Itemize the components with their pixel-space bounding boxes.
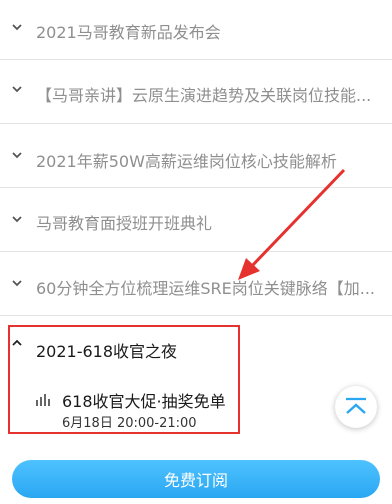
chevron-down-icon [12, 152, 22, 159]
chapter-row-2[interactable]: 【马哥亲讲】云原生演进趋势及关联岗位技能... [0, 60, 392, 124]
chevron-up-icon [12, 339, 22, 346]
chapter-title: 2021马哥教育新品发布会 [36, 23, 221, 42]
chapter-row-4[interactable]: 马哥教育面授班开班典礼 [0, 188, 392, 252]
chevron-down-icon [12, 86, 22, 93]
back-to-top-icon [346, 397, 366, 414]
chapter-title: 【马哥亲讲】云原生演进趋势及关联岗位技能... [36, 86, 372, 105]
audio-bars-icon [36, 394, 50, 406]
chevron-down-icon [12, 24, 22, 31]
chevron-down-icon [12, 280, 22, 287]
chapter-title: 2021-618收官之夜 [36, 342, 178, 361]
chapter-title: 60分钟全方位梳理运维SRE岗位关键脉络【加... [36, 279, 376, 298]
back-to-top-button[interactable] [335, 386, 377, 428]
lesson-title: 618收官大促·抽奖免单 [62, 392, 226, 411]
chapter-title: 马哥教育面授班开班典礼 [36, 214, 213, 233]
chapter-row-5[interactable]: 60分钟全方位梳理运维SRE岗位关键脉络【加... [0, 252, 392, 316]
chapter-row-3[interactable]: 2021年薪50W高薪运维岗位核心技能解析 [0, 124, 392, 188]
subscribe-button[interactable]: 免费订阅 [12, 460, 380, 498]
chapter-row-1[interactable]: 2021马哥教育新品发布会 [0, 0, 392, 60]
chevron-down-icon [12, 216, 22, 223]
chapter-title: 2021年薪50W高薪运维岗位核心技能解析 [36, 152, 337, 171]
lesson-time: 6月18日 20:00-21:00 [62, 416, 197, 431]
